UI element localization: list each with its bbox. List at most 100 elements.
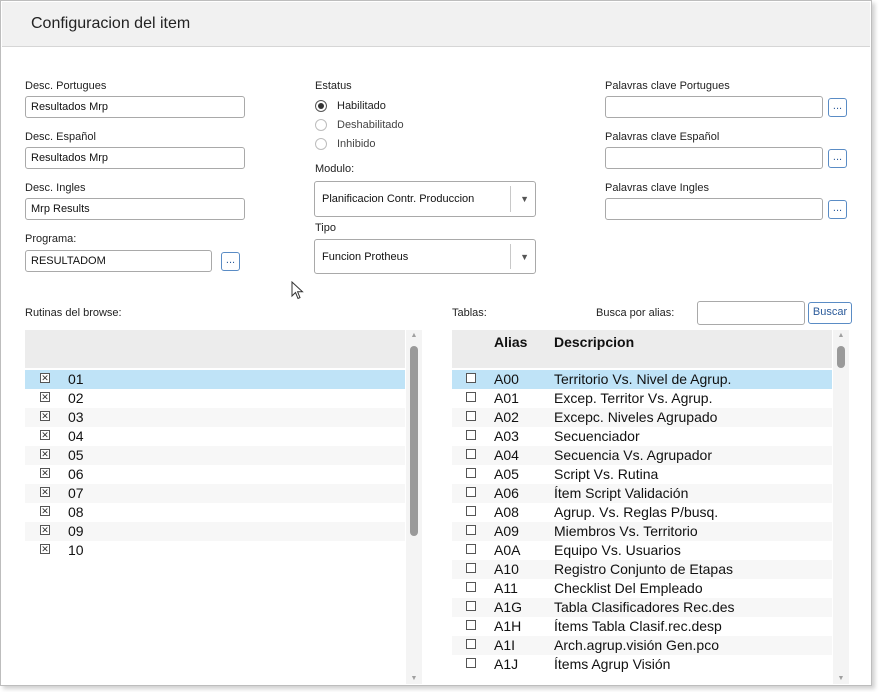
scroll-up-icon[interactable]: ▲ <box>406 332 422 339</box>
palavras-espanol-button[interactable]: ... <box>828 149 847 168</box>
checked-checkbox-icon[interactable]: ✕ <box>40 506 50 516</box>
checkbox-icon[interactable] <box>466 525 476 535</box>
programa-lookup-button[interactable]: ... <box>221 252 240 271</box>
rutinas-row[interactable]: ✕ 08 <box>25 503 405 522</box>
alias-cell: A09 <box>494 523 519 539</box>
tablas-row[interactable]: A06 Ítem Script Validación <box>452 484 832 503</box>
checkbox-icon[interactable] <box>466 582 476 592</box>
tablas-row[interactable]: A1G Tabla Clasificadores Rec.des <box>452 598 832 617</box>
checked-checkbox-icon[interactable]: ✕ <box>40 487 50 497</box>
rutinas-row[interactable]: ✕ 06 <box>25 465 405 484</box>
descripcion-cell: Script Vs. Rutina <box>554 466 659 482</box>
tablas-scroll-thumb[interactable] <box>837 346 845 368</box>
alias-cell: A0A <box>494 542 521 558</box>
tablas-row[interactable]: A1I Arch.agrup.visión Gen.pco <box>452 636 832 655</box>
column-header-descripcion[interactable]: Descripcion <box>554 334 634 350</box>
desc-portugues-input[interactable]: Resultados Mrp <box>25 96 245 118</box>
checkbox-icon[interactable] <box>466 620 476 630</box>
checked-checkbox-icon[interactable]: ✕ <box>40 449 50 459</box>
radio-inhibido[interactable] <box>315 138 327 150</box>
radio-habilitado[interactable] <box>315 100 327 112</box>
rutina-value: 02 <box>68 390 84 406</box>
descripcion-cell: Excepc. Niveles Agrupado <box>554 409 718 425</box>
rutinas-scroll-thumb[interactable] <box>410 346 418 536</box>
busca-alias-input[interactable] <box>697 301 805 325</box>
palavras-espanol-input[interactable] <box>605 147 823 169</box>
alias-cell: A10 <box>494 561 519 577</box>
tipo-value: Funcion Protheus <box>322 250 409 263</box>
radio-deshabilitado[interactable] <box>315 119 327 131</box>
rutinas-scrollbar[interactable]: ▲ ▼ <box>406 330 422 684</box>
descripcion-cell: Equipo Vs. Usuarios <box>554 542 681 558</box>
tablas-row[interactable]: A1J Ítems Agrup Visión <box>452 655 832 674</box>
tablas-row[interactable]: A05 Script Vs. Rutina <box>452 465 832 484</box>
palavras-ingles-input[interactable] <box>605 198 823 220</box>
scroll-up-icon[interactable]: ▲ <box>833 332 849 339</box>
rutinas-header <box>25 330 405 368</box>
checked-checkbox-icon[interactable]: ✕ <box>40 430 50 440</box>
buscar-button[interactable]: Buscar <box>808 302 852 324</box>
checkbox-icon[interactable] <box>466 658 476 668</box>
checked-checkbox-icon[interactable]: ✕ <box>40 525 50 535</box>
checkbox-icon[interactable] <box>466 468 476 478</box>
checked-checkbox-icon[interactable]: ✕ <box>40 392 50 402</box>
tablas-row[interactable]: A08 Agrup. Vs. Reglas P/busq. <box>452 503 832 522</box>
modulo-select[interactable]: Planificacion Contr. Produccion ▼ <box>314 181 536 217</box>
column-header-alias[interactable]: Alias <box>494 334 527 350</box>
tablas-grid[interactable]: Alias Descripcion A00 Territorio Vs. Nive… <box>452 330 832 684</box>
checkbox-icon[interactable] <box>466 392 476 402</box>
tipo-select[interactable]: Funcion Protheus ▼ <box>314 239 536 274</box>
tablas-scrollbar[interactable]: ▲ ▼ <box>833 330 849 684</box>
checked-checkbox-icon[interactable]: ✕ <box>40 468 50 478</box>
desc-portugues-label: Desc. Portugues <box>25 80 107 92</box>
programa-input[interactable]: RESULTADOM <box>25 250 212 272</box>
rutina-value: 03 <box>68 409 84 425</box>
tablas-row[interactable]: A04 Secuencia Vs. Agrupador <box>452 446 832 465</box>
checked-checkbox-icon[interactable]: ✕ <box>40 544 50 554</box>
alias-cell: A1H <box>494 618 522 634</box>
tablas-row[interactable]: A11 Checklist Del Empleado <box>452 579 832 598</box>
palavras-portugues-input[interactable] <box>605 96 823 118</box>
scroll-down-icon[interactable]: ▼ <box>406 675 422 682</box>
checkbox-icon[interactable] <box>466 563 476 573</box>
checked-checkbox-icon[interactable]: ✕ <box>40 411 50 421</box>
rutinas-row[interactable]: ✕ 04 <box>25 427 405 446</box>
desc-ingles-input[interactable]: Mrp Results <box>25 198 245 220</box>
checkbox-icon[interactable] <box>466 639 476 649</box>
tablas-row[interactable]: A03 Secuenciador <box>452 427 832 446</box>
checkbox-icon[interactable] <box>466 544 476 554</box>
checkbox-icon[interactable] <box>466 506 476 516</box>
config-item-window: Configuracion del item Desc. Portugues R… <box>0 0 872 686</box>
tablas-row[interactable]: A09 Miembros Vs. Territorio <box>452 522 832 541</box>
rutinas-row[interactable]: ✕ 09 <box>25 522 405 541</box>
tablas-row[interactable]: A01 Excep. Territor Vs. Agrup. <box>452 389 832 408</box>
scroll-down-icon[interactable]: ▼ <box>833 675 849 682</box>
alias-cell: A04 <box>494 447 519 463</box>
tablas-row[interactable]: A02 Excepc. Niveles Agrupado <box>452 408 832 427</box>
rutinas-row[interactable]: ✕ 10 <box>25 541 405 560</box>
palavras-portugues-label: Palavras clave Portugues <box>605 80 730 92</box>
rutinas-row[interactable]: ✕ 01 <box>25 370 405 389</box>
alias-cell: A1I <box>494 637 516 653</box>
rutinas-row[interactable]: ✕ 05 <box>25 446 405 465</box>
rutinas-row[interactable]: ✕ 03 <box>25 408 405 427</box>
palavras-ingles-button[interactable]: ... <box>828 200 847 219</box>
descripcion-cell: Territorio Vs. Nivel de Agrup. <box>554 371 732 387</box>
checkbox-icon[interactable] <box>466 411 476 421</box>
checkbox-icon[interactable] <box>466 601 476 611</box>
checkbox-icon[interactable] <box>466 430 476 440</box>
rutinas-grid[interactable]: ✕ 01 ✕ 02 ✕ 03 ✕ 04 ✕ 05 ✕ 06 ✕ 07 ✕ 08 ✕ 09 ✕ 10 <box>25 330 405 684</box>
checkbox-icon[interactable] <box>466 487 476 497</box>
checkbox-icon[interactable] <box>466 373 476 383</box>
alias-cell: A05 <box>494 466 519 482</box>
rutinas-row[interactable]: ✕ 02 <box>25 389 405 408</box>
tablas-row[interactable]: A1H Ítems Tabla Clasif.rec.desp <box>452 617 832 636</box>
rutinas-row[interactable]: ✕ 07 <box>25 484 405 503</box>
tablas-row[interactable]: A0A Equipo Vs. Usuarios <box>452 541 832 560</box>
palavras-portugues-button[interactable]: ... <box>828 98 847 117</box>
desc-espanol-input[interactable]: Resultados Mrp <box>25 147 245 169</box>
tablas-row[interactable]: A10 Registro Conjunto de Etapas <box>452 560 832 579</box>
checked-checkbox-icon[interactable]: ✕ <box>40 373 50 383</box>
tablas-row[interactable]: A00 Territorio Vs. Nivel de Agrup. <box>452 370 832 389</box>
checkbox-icon[interactable] <box>466 449 476 459</box>
